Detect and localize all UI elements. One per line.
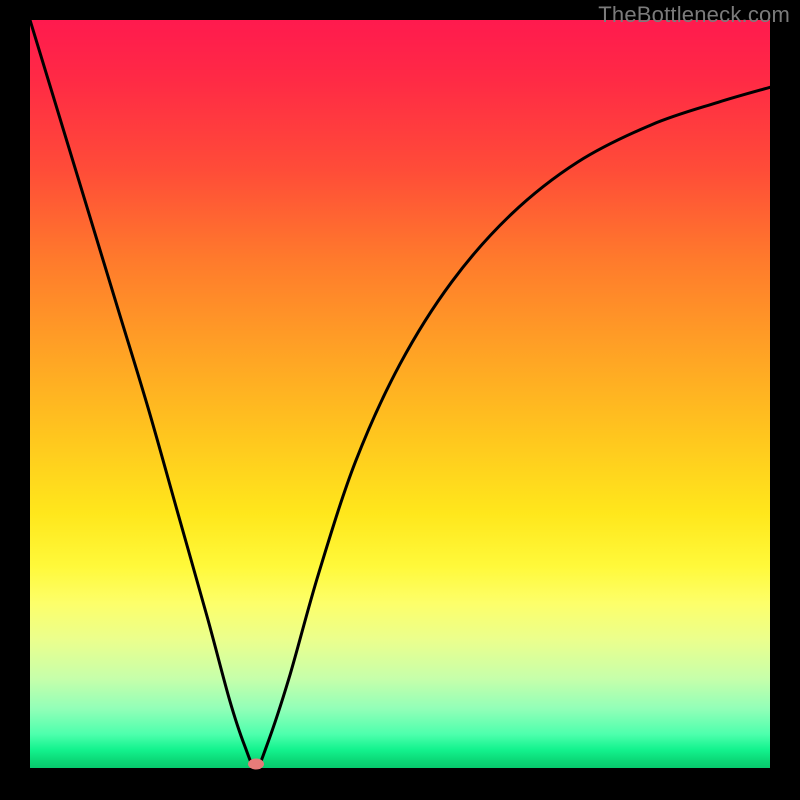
curve-path bbox=[30, 20, 770, 768]
minimum-marker-dot bbox=[248, 759, 264, 770]
chart-frame: TheBottleneck.com bbox=[0, 0, 800, 800]
watermark-text: TheBottleneck.com bbox=[598, 2, 790, 28]
bottleneck-curve bbox=[30, 20, 770, 768]
plot-area bbox=[30, 20, 770, 768]
